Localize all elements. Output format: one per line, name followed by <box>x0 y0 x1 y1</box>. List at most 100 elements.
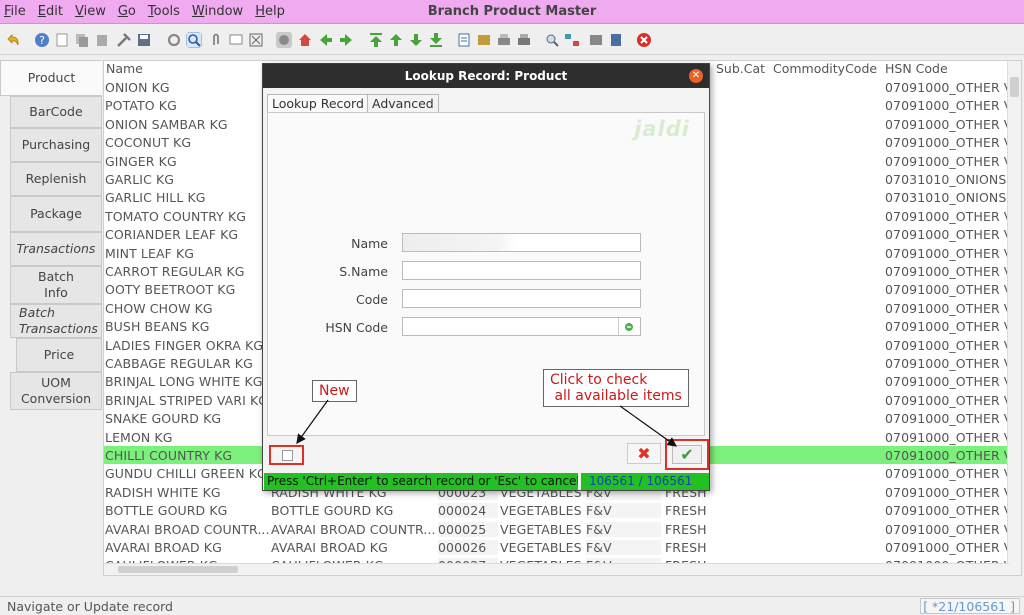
forward-icon[interactable] <box>338 32 354 48</box>
tab-lookup-record[interactable]: Lookup Record <box>267 94 369 113</box>
tab-advanced[interactable]: Advanced <box>367 94 439 113</box>
column-header-hsn-code[interactable]: HSN Code <box>883 61 948 78</box>
tools-icon[interactable] <box>116 32 132 48</box>
cell-hsn-code: 07091000_OTHER V <box>885 319 1009 335</box>
cell-group: F&V <box>586 503 661 519</box>
tab-transactions[interactable]: Transactions <box>10 232 102 266</box>
tab-batch-info[interactable]: Batch Info <box>10 266 102 304</box>
cell-name: SNAKE GOURD KG <box>105 411 222 427</box>
undo-icon[interactable] <box>5 32 21 48</box>
help-icon[interactable]: ? <box>34 32 50 48</box>
workflow-icon[interactable] <box>564 32 580 48</box>
cell-name: TOMATO COUNTRY KG <box>105 208 247 224</box>
new-record-button[interactable] <box>269 445 304 465</box>
cell-hsn-code: 07091000_OTHER V <box>885 264 1009 279</box>
column-header-commodity-code[interactable]: CommodityCode <box>771 61 877 78</box>
chat-icon[interactable] <box>228 32 244 48</box>
tab-purchasing[interactable]: Purchasing <box>10 128 102 162</box>
cell-subcategory: FRESH <box>665 503 707 519</box>
tab-label: Package <box>30 206 82 221</box>
scroll-thumb[interactable] <box>1010 77 1019 97</box>
print-preview-icon[interactable] <box>516 32 532 48</box>
tab-uom-conversion[interactable]: UOM Conversion <box>10 372 102 410</box>
zoom-icon[interactable] <box>248 32 264 48</box>
cell-hsn-code: 07091000_OTHER V <box>885 392 1009 408</box>
cell-category: VEGETABLES <box>500 540 582 555</box>
cell-name: ONION KG <box>105 80 170 95</box>
tab-package[interactable]: Package <box>10 196 102 232</box>
callout-check-items: Click to check all available items <box>543 369 689 407</box>
table-row[interactable]: AVARAI BROAD COUNTR... AVARAI BROAD COUNT… <box>104 520 1009 538</box>
find-icon[interactable] <box>186 32 202 48</box>
table-row[interactable]: BOTTLE GOURD KG BOTTLE GOURD KG 000024 VEGE… <box>104 501 1009 519</box>
tab-label: Price <box>43 347 75 362</box>
grid-toggle-icon[interactable] <box>276 32 292 48</box>
dialog-title: Lookup Record: Product <box>263 64 709 88</box>
tab-label: Purchasing <box>21 137 91 152</box>
close-icon[interactable]: ✕ <box>689 69 703 83</box>
down-icon[interactable] <box>408 32 424 48</box>
print-icon[interactable] <box>496 32 512 48</box>
zoom-across-icon[interactable] <box>544 32 560 48</box>
up-icon[interactable] <box>388 32 404 48</box>
new-icon[interactable] <box>54 32 70 48</box>
horizontal-scrollbar[interactable] <box>104 563 1009 575</box>
archive-icon[interactable] <box>476 32 492 48</box>
cell-name: BOTTLE GOURD KG <box>105 503 228 519</box>
left-tab-strip: Product BarCode Purchasing Replenish Pac… <box>0 60 102 580</box>
cell-hsn-code: 07031010_ONIONS, <box>885 190 1009 206</box>
callout-new: New <box>312 380 357 402</box>
tab-label: UOM Conversion <box>20 375 92 406</box>
delete-icon[interactable] <box>94 32 110 48</box>
last-icon[interactable] <box>428 32 444 48</box>
tab-label: Lookup Record <box>272 96 364 111</box>
refresh-icon[interactable] <box>166 32 182 48</box>
tab-replenish[interactable]: Replenish <box>10 162 102 196</box>
cell-subcategory: FRESH <box>665 540 707 555</box>
vertical-scrollbar[interactable] <box>1007 61 1021 575</box>
cell-name: CARROT REGULAR KG <box>105 264 245 279</box>
cell-name: AVARAI BROAD COUNTR... <box>105 521 270 537</box>
product-icon[interactable] <box>588 32 604 48</box>
status-bar: Navigate or Update record [ *21/106561 ] <box>0 596 1024 615</box>
cancel-button[interactable]: ✖ <box>627 443 661 464</box>
hscroll-thumb[interactable] <box>118 566 238 573</box>
cell-name: GINGER KG <box>105 153 177 169</box>
ok-button[interactable]: ✔ <box>665 439 709 470</box>
tab-label: Batch Transactions <box>19 305 98 336</box>
tab-barcode[interactable]: BarCode <box>10 96 102 128</box>
exit-icon[interactable] <box>636 32 652 48</box>
cell-name: ONION SAMBAR KG <box>105 116 228 132</box>
code-field[interactable] <box>402 289 641 308</box>
toolbar: ? <box>0 25 1024 55</box>
tab-product[interactable]: Product <box>0 60 102 96</box>
attach-icon[interactable] <box>208 32 224 48</box>
home-icon[interactable] <box>297 32 313 48</box>
table-row[interactable]: AVARAI BROAD KG AVARAI BROAD KG 000026 VEGE… <box>104 538 1009 556</box>
cell-name: BRINJAL LONG WHITE KG <box>105 374 263 390</box>
cancel-icon: ✖ <box>637 444 651 463</box>
window-icon[interactable] <box>608 32 624 48</box>
first-icon[interactable] <box>368 32 384 48</box>
hsn-lookup-button[interactable] <box>618 318 638 335</box>
cell-name: LADIES FINGER OKRA KG <box>105 337 264 353</box>
name-field[interactable] <box>402 233 641 252</box>
hsn-code-field[interactable] <box>402 317 641 336</box>
tab-batch-transactions[interactable]: Batch Transactions <box>10 304 102 338</box>
save-icon[interactable] <box>136 32 152 48</box>
sname-field[interactable] <box>402 261 641 280</box>
cell-hsn-code: 07091000_OTHER V <box>885 135 1009 151</box>
cell-hsn-code: 07091000_OTHER V <box>885 503 1009 519</box>
back-icon[interactable] <box>318 32 334 48</box>
lookup-icon <box>624 322 633 331</box>
cell-hsn-code: 07091000_OTHER V <box>885 466 1009 482</box>
cell-hsn-code: 07031010_ONIONS, <box>885 172 1009 187</box>
check-icon: ✔ <box>672 445 702 464</box>
report-icon[interactable] <box>456 32 472 48</box>
tab-label: Replenish <box>25 171 87 186</box>
column-header-subcat[interactable]: Sub.Cat <box>714 61 765 78</box>
column-header-name[interactable]: Name <box>104 61 143 78</box>
tab-price[interactable]: Price <box>16 338 102 372</box>
cell-name: POTATO KG <box>105 98 177 114</box>
copy-icon[interactable] <box>74 32 90 48</box>
